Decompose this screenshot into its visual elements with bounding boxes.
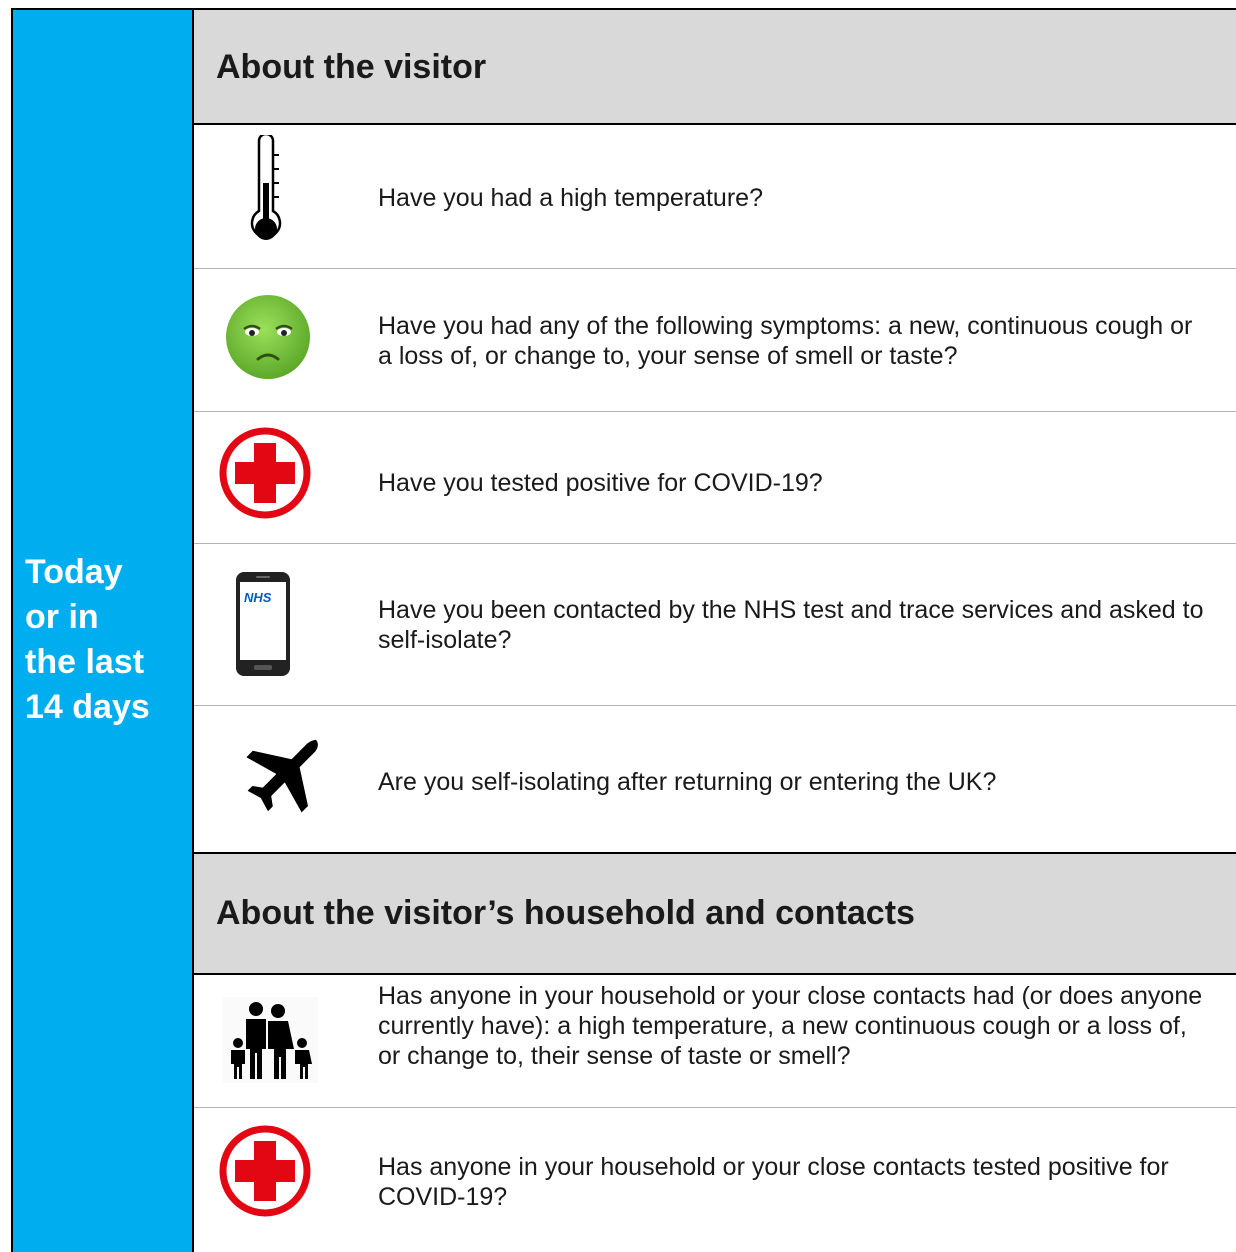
question-row: Has anyone in your household or your clo… (194, 1108, 1236, 1252)
nhs-logo-text: NHS (244, 590, 272, 605)
question-text: Has anyone in your household or your clo… (378, 1153, 1169, 1211)
question-text: Have you tested positive for COVID-19? (378, 469, 823, 497)
sick-face-icon (226, 295, 310, 379)
question-row: NHS Have you been contacted by the NHS t… (194, 544, 1236, 705)
time-period-label: Today or in the last 14 days (25, 553, 150, 726)
airplane-icon (246, 739, 318, 813)
question-row: Are you self-isolating after returning o… (194, 706, 1236, 852)
question-text: Have you had any of the following sympto… (378, 312, 1193, 370)
question-row: Have you had a high temperature? (194, 125, 1236, 268)
question-text: Have you been contacted by the NHS test … (378, 596, 1204, 654)
visitor-checklist: Today or in the last 14 days About the v… (0, 0, 1236, 1252)
section-title-visitor: About the visitor (216, 48, 487, 86)
question-row: Has anyone in your household or your clo… (194, 975, 1236, 1107)
section-title-household: About the visitor’s household and contac… (216, 894, 915, 932)
question-text: Have you had a high temperature? (378, 184, 763, 212)
question-row: Have you had any of the following sympto… (194, 269, 1236, 411)
time-period-sidebar: Today or in the last 14 days (11, 8, 194, 1252)
question-text: Are you self-isolating after returning o… (378, 768, 997, 796)
question-text: Has anyone in your household or your clo… (378, 982, 1203, 1070)
question-row: Have you tested positive for COVID-19? (194, 412, 1236, 543)
thermometer-icon (250, 135, 282, 240)
section-header-household: About the visitor’s household and contac… (194, 854, 1236, 973)
nhs-phone-icon: NHS (236, 572, 290, 676)
red-cross-icon (219, 1125, 311, 1217)
section-header-visitor: About the visitor (194, 10, 1236, 123)
red-cross-icon (219, 427, 311, 519)
family-icon (222, 997, 318, 1083)
